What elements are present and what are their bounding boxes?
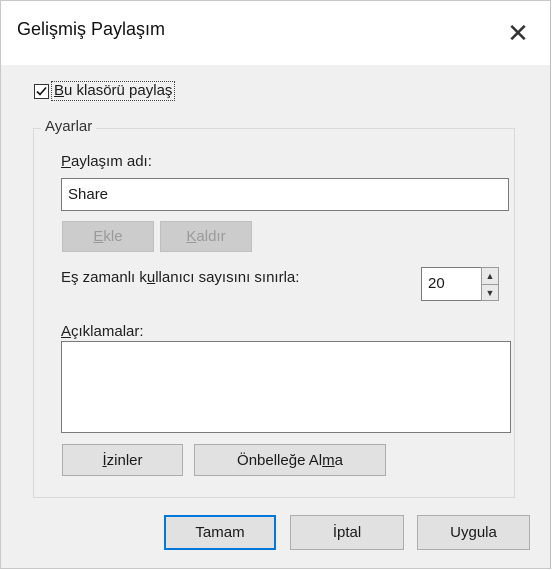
cancel-button[interactable]: İptal [290,515,404,550]
share-name-label: Paylaşım adı: [61,153,152,170]
window-title: Gelişmiş Paylaşım [17,19,166,39]
remove-button[interactable]: Kaldır [160,221,252,252]
permissions-button[interactable]: İzinler [62,444,183,476]
checkbox-box[interactable] [34,83,49,99]
title-bar: Gelişmiş Paylaşım ✕ [1,1,550,65]
user-limit-spinner[interactable]: ▲ ▼ [481,267,499,301]
comments-textarea[interactable] [61,341,511,433]
comments-label: Açıklamalar: [61,323,144,340]
checkmark-icon [36,86,47,96]
close-icon[interactable]: ✕ [486,1,550,65]
add-button[interactable]: Ekle [62,221,154,252]
caching-button[interactable]: Önbelleğe Al m a [194,444,386,476]
settings-group-title: Ayarlar [41,118,97,135]
user-limit-input[interactable]: 20 [421,267,481,301]
share-folder-checkbox[interactable]: Bu klasörü paylaş [34,81,176,101]
share-folder-label: Bu klasörü paylaş [51,81,176,101]
spin-down-icon[interactable]: ▼ [482,285,498,301]
apply-button[interactable]: Uygula [417,515,530,550]
share-name-input[interactable]: Share [61,178,509,211]
ok-button[interactable]: Tamam [164,515,276,550]
spin-up-icon[interactable]: ▲ [482,268,498,285]
user-limit-label: Eş zamanlı kullanıcı sayısını sınırla: [61,269,300,286]
advanced-sharing-dialog: Gelişmiş Paylaşım ✕ Bu klasörü paylaş Ay… [0,0,551,569]
